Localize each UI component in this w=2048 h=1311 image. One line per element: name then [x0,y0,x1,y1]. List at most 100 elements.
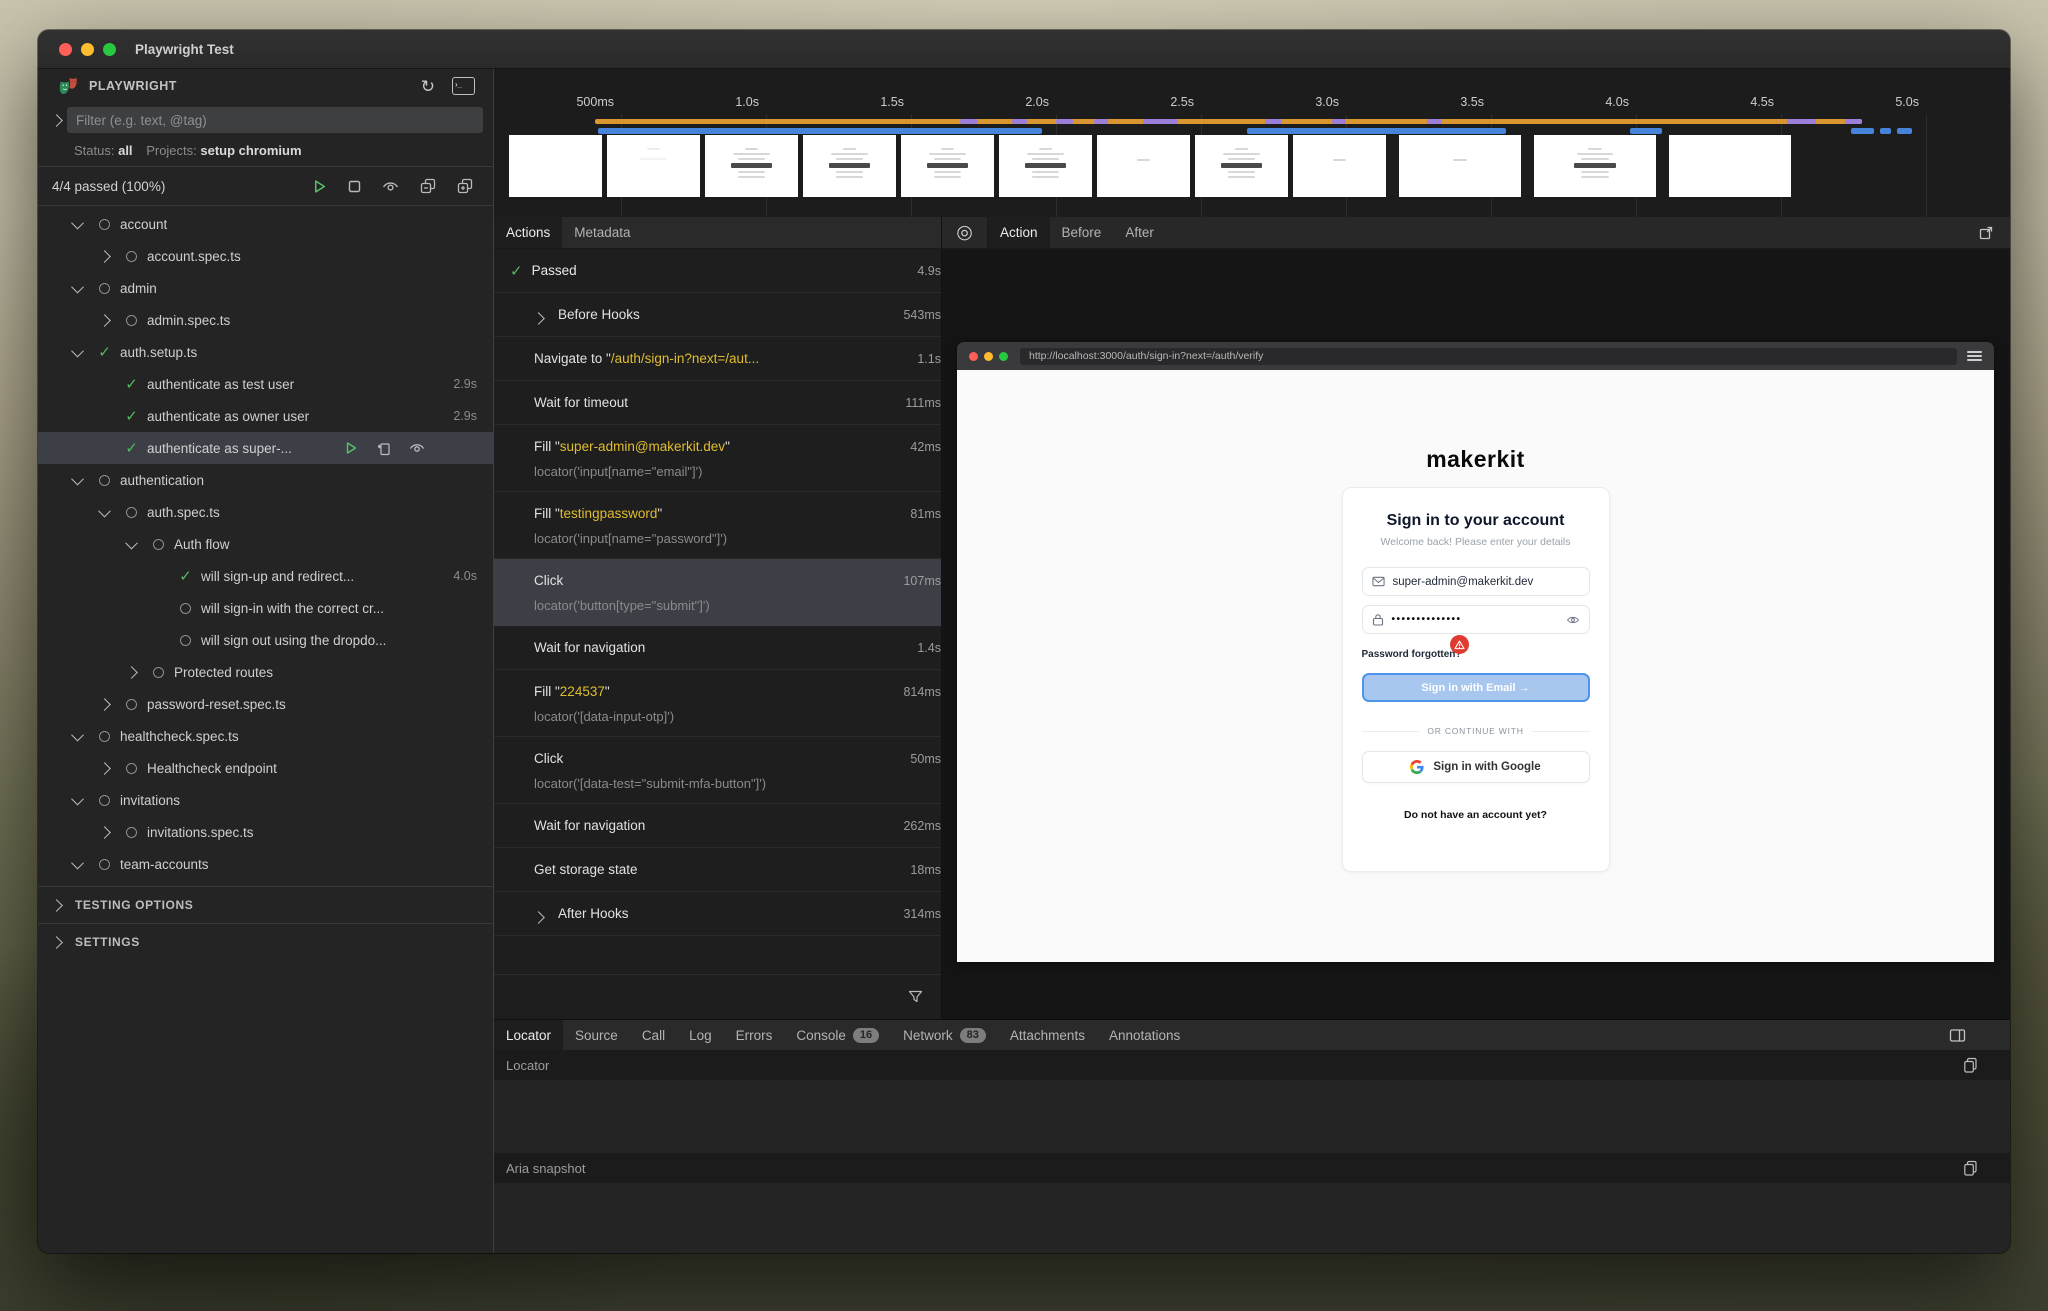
filter-input[interactable] [67,107,483,133]
tab-log[interactable]: Log [677,1020,724,1050]
filmstrip-frame[interactable] [1534,135,1656,197]
action-row[interactable]: Fill "testingpassword" 81ms locator('inp… [494,492,941,559]
tree-chevron-icon[interactable] [98,762,111,775]
tab-annotations[interactable]: Annotations [1097,1020,1192,1050]
filmstrip-frame[interactable] [999,135,1092,197]
filmstrip-frame[interactable] [1097,135,1190,197]
filmstrip-frame[interactable] [1669,135,1791,197]
tab-errors[interactable]: Errors [724,1020,785,1050]
copy-locator-button[interactable] [1961,1055,1980,1075]
open-source-icon[interactable] [374,439,393,458]
tab-before[interactable]: Before [1050,217,1114,248]
test-tree-row[interactable]: admin [38,272,493,304]
tree-chevron-icon[interactable] [71,344,84,357]
action-row[interactable]: ✓ Passed 4.9s [494,249,941,293]
tree-chevron-icon[interactable] [98,250,111,263]
action-row[interactable]: Wait for navigation 1.4s [494,626,941,670]
tab-action[interactable]: Action [988,217,1050,248]
zoom-window-button[interactable] [103,43,116,56]
action-row[interactable]: Wait for navigation 262ms [494,804,941,848]
tree-chevron-icon[interactable] [98,504,111,517]
action-row[interactable]: Wait for timeout 111ms [494,381,941,425]
email-field[interactable]: super-admin@makerkit.dev [1362,567,1590,596]
action-row[interactable]: Get storage state 18ms [494,848,941,892]
test-tree-row[interactable]: password-reset.spec.ts [38,688,493,720]
timeline[interactable]: 500ms1.0s1.5s2.0s2.5s3.0s3.5s4.0s4.5s5.0… [494,69,2010,217]
test-tree-row[interactable]: ✓ authenticate as test user 2.9s [38,368,493,400]
action-row[interactable]: Click 50ms locator('[data-test="submit-m… [494,737,941,804]
tree-chevron-icon[interactable] [98,698,111,711]
action-row[interactable]: Before Hooks 543ms [494,293,941,337]
tab-locator[interactable]: Locator [494,1020,563,1050]
tab-after[interactable]: After [1113,217,1166,248]
pick-locator-button[interactable]: ◎ [942,217,988,248]
open-snapshot-in-new-window-button[interactable] [1976,223,1996,243]
show-password-icon[interactable] [1566,615,1580,625]
action-row[interactable]: Click 107ms locator('button[type="submit… [494,559,941,626]
test-tree-row[interactable]: Auth flow [38,528,493,560]
action-row[interactable]: Fill "super-admin@makerkit.dev" 42ms loc… [494,425,941,492]
forgot-password-link[interactable]: Password forgotten? [1362,649,1590,660]
filmstrip-frame[interactable] [607,135,700,197]
tree-chevron-icon[interactable] [125,666,138,679]
sidebar-section-settings[interactable]: SETTINGS [38,923,493,960]
test-tree-row[interactable]: ✓ authenticate as super-... [38,432,493,464]
test-tree-row[interactable]: Healthcheck endpoint [38,752,493,784]
test-tree-row[interactable]: ✓ authenticate as owner user 2.9s [38,400,493,432]
action-chevron-icon[interactable] [532,312,545,325]
test-tree-row[interactable]: admin.spec.ts [38,304,493,336]
filter-status-line[interactable]: Status: all Projects: setup chromium [38,137,493,166]
tree-chevron-icon[interactable] [71,728,84,741]
tree-chevron-icon[interactable] [71,280,84,293]
test-tree-row[interactable]: healthcheck.spec.ts [38,720,493,752]
test-tree-row[interactable]: auth.spec.ts [38,496,493,528]
close-window-button[interactable] [59,43,72,56]
watch-test-icon[interactable] [407,440,427,456]
filmstrip-frame[interactable] [901,135,994,197]
toggle-panel-layout-button[interactable] [1947,1026,1968,1045]
minimize-window-button[interactable] [81,43,94,56]
tree-chevron-icon[interactable] [71,792,84,805]
reload-tests-button[interactable]: ↻ [419,76,437,97]
locator-editor[interactable] [494,1080,2010,1153]
filmstrip-frame[interactable] [509,135,602,197]
action-row[interactable]: Navigate to "/auth/sign-in?next=/aut... … [494,337,941,381]
test-tree-row[interactable]: account.spec.ts [38,240,493,272]
filmstrip-frame[interactable] [1399,135,1521,197]
action-chevron-icon[interactable] [532,911,545,924]
action-row[interactable]: Fill "224537" 814ms locator('[data-input… [494,670,941,737]
stop-button[interactable] [346,178,363,195]
filmstrip-frame[interactable] [1195,135,1288,197]
test-tree-row[interactable]: account [38,208,493,240]
password-field[interactable]: •••••••••••••• [1362,605,1590,634]
tree-chevron-icon[interactable] [98,314,111,327]
test-tree-row[interactable]: will sign out using the dropdo... [38,624,493,656]
filmstrip-frame[interactable] [803,135,896,197]
aria-snapshot-editor[interactable] [494,1183,2010,1253]
tab-attachments[interactable]: Attachments [998,1020,1097,1050]
tab-actions[interactable]: Actions [494,217,562,248]
tab-call[interactable]: Call [630,1020,677,1050]
filmstrip-frame[interactable] [1293,135,1386,197]
run-test-icon[interactable] [342,439,360,457]
signin-google-button[interactable]: Sign in with Google [1362,751,1590,783]
tree-chevron-icon[interactable] [71,472,84,485]
tab-network[interactable]: Network 83 [891,1020,998,1050]
tab-source[interactable]: Source [563,1020,630,1050]
signup-link[interactable]: Do not have an account yet? [1362,809,1590,821]
watch-all-button[interactable] [380,178,401,195]
tree-chevron-icon[interactable] [71,216,84,229]
test-tree-row[interactable]: invitations [38,784,493,816]
tree-chevron-icon[interactable] [125,536,138,549]
collapse-all-button[interactable] [418,176,438,196]
test-tree-row[interactable]: team-accounts [38,848,493,880]
sidebar-section-testing-options[interactable]: TESTING OPTIONS [38,886,493,923]
filmstrip-frame[interactable] [705,135,798,197]
expand-all-button[interactable] [455,176,475,196]
test-tree-row[interactable]: ✓ auth.setup.ts [38,336,493,368]
action-row[interactable]: After Hooks 314ms [494,892,941,936]
run-all-button[interactable] [310,177,329,196]
signin-email-button[interactable]: Sign in with Email → [1362,673,1590,702]
filter-actions-button[interactable] [906,988,925,1006]
toggle-output-terminal-button[interactable]: ›_ [450,75,477,97]
